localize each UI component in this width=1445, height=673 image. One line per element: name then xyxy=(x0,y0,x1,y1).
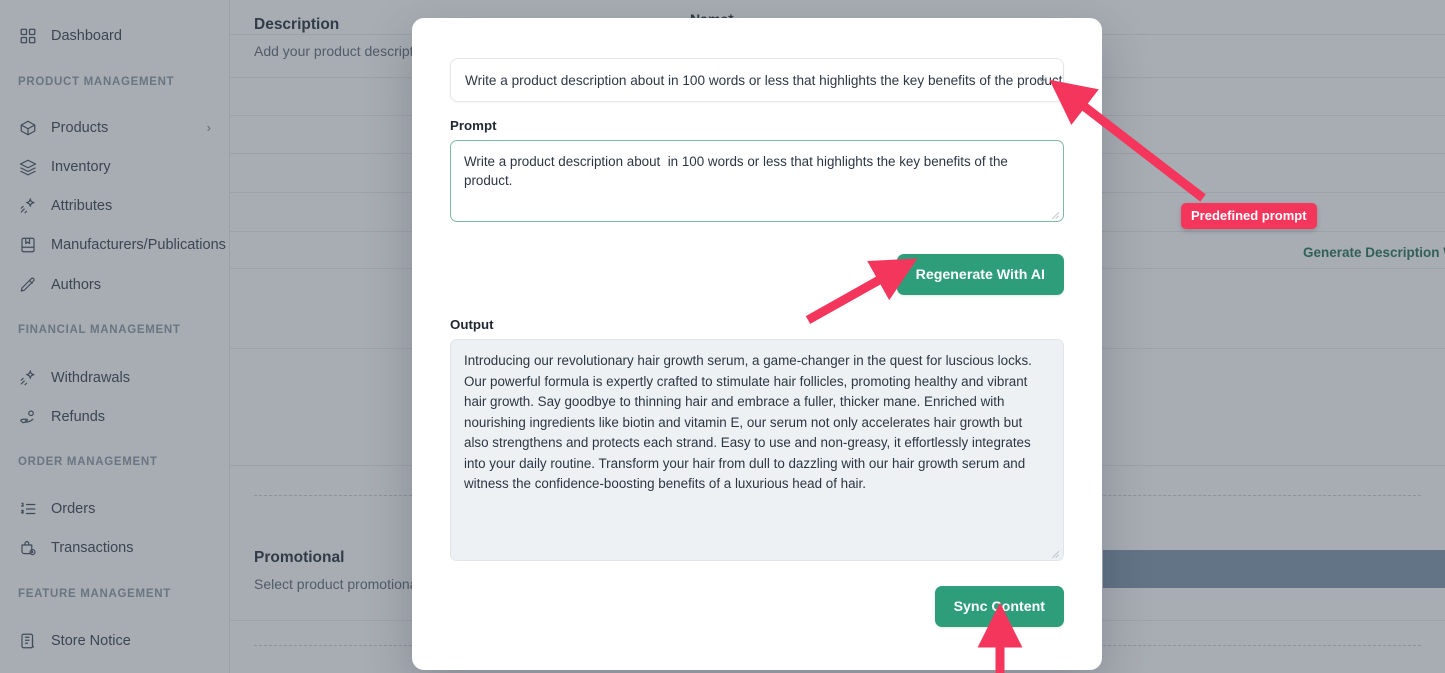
ai-description-modal: Write a product description about in 100… xyxy=(412,18,1102,670)
output-textarea[interactable] xyxy=(450,339,1064,561)
regenerate-row: Regenerate With AI xyxy=(450,254,1064,295)
output-label: Output xyxy=(450,317,494,332)
sync-content-button[interactable]: Sync Content xyxy=(934,586,1064,627)
sync-row: Sync Content xyxy=(450,586,1064,627)
prompt-label: Prompt xyxy=(450,118,497,133)
predefined-prompt-select-value: Write a product description about in 100… xyxy=(465,72,1064,88)
predefined-prompt-select[interactable]: Write a product description about in 100… xyxy=(450,58,1064,102)
app-root: Dashboard PRODUCT MANAGEMENT Products › Inve… xyxy=(0,0,1445,673)
regenerate-with-ai-button[interactable]: Regenerate With AI xyxy=(896,254,1064,295)
prompt-textarea[interactable] xyxy=(450,140,1064,222)
chevron-down-icon xyxy=(1036,74,1049,87)
